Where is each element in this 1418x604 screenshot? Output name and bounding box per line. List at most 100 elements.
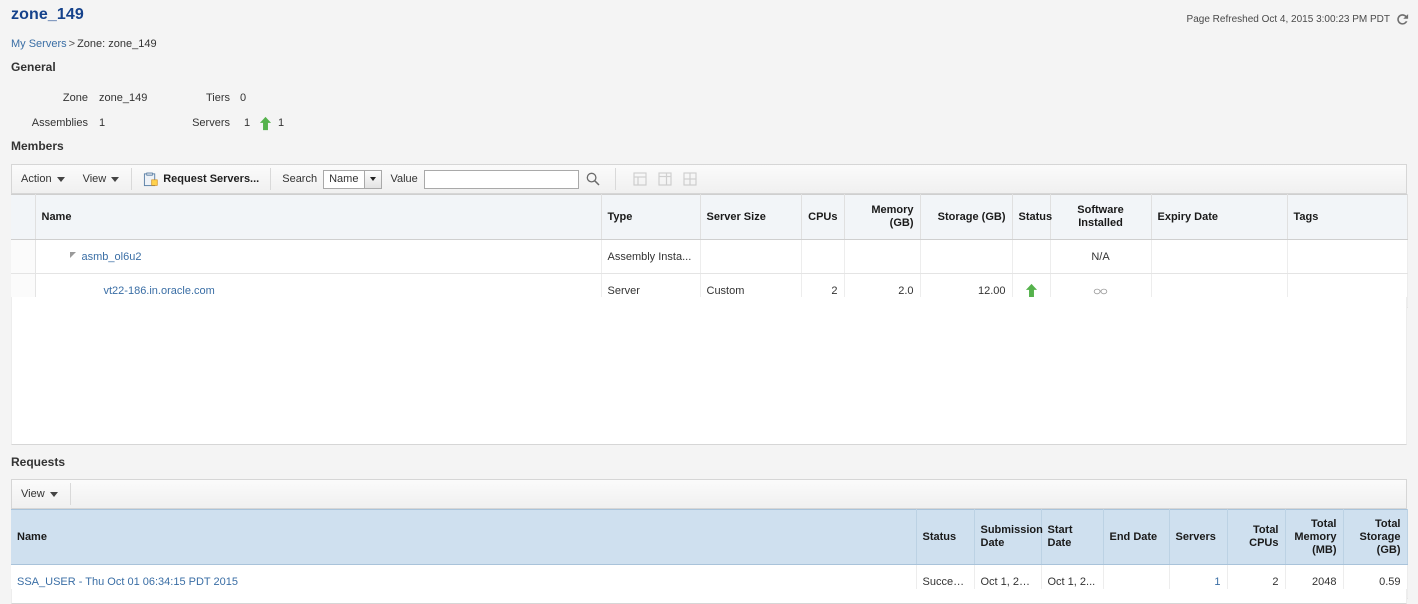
- submission-date-line2: Date: [980, 537, 1005, 549]
- requests-table-header-row: Name Status Submission Date Start Date E…: [11, 509, 1408, 565]
- column-header-memory[interactable]: Memory (GB): [844, 194, 921, 240]
- tree-expand-icon[interactable]: [69, 251, 76, 258]
- cell-server-size: [700, 239, 802, 274]
- breadcrumb-current: Zone: zone_149: [77, 38, 157, 50]
- request-link[interactable]: SSA_USER - Thu Oct 01 06:34:15 PDT 2015: [17, 576, 238, 588]
- tiers-label: Tiers: [205, 92, 230, 104]
- breadcrumb-separator: >: [68, 38, 76, 50]
- breadcrumb-link-my-servers[interactable]: My Servers: [11, 38, 67, 50]
- column-header-submission-date[interactable]: Submission Date: [974, 509, 1043, 565]
- cell-memory: [844, 239, 921, 274]
- total-memory-line2: Memory: [1294, 530, 1337, 543]
- value-label: Value: [390, 173, 418, 185]
- assembly-link[interactable]: asmb_ol6u2: [82, 251, 142, 263]
- toolbar-divider: [614, 168, 616, 190]
- select-all-column[interactable]: [11, 194, 36, 240]
- column-header-name[interactable]: Name: [11, 509, 917, 565]
- requests-view-menu-label: View: [21, 488, 45, 500]
- chevron-down-icon: [56, 176, 65, 182]
- members-table-empty-area: [11, 297, 1407, 445]
- toolbar-divider: [131, 168, 133, 190]
- refresh-icon[interactable]: [1395, 12, 1410, 27]
- requests-toolbar: View: [11, 479, 1407, 509]
- cell-storage: [920, 239, 1013, 274]
- servers-value: 1: [244, 117, 251, 129]
- total-storage-line2: Storage: [1359, 530, 1401, 543]
- clipboard-icon: [144, 172, 158, 186]
- total-cpus-line1: Total: [1253, 524, 1279, 536]
- search-label: Search: [282, 173, 318, 185]
- row-select-cell[interactable]: [11, 239, 36, 274]
- cell-status: [1012, 239, 1051, 274]
- column-header-status[interactable]: Status: [1012, 194, 1052, 240]
- column-header-name[interactable]: Name: [35, 194, 602, 240]
- magnifier-icon: [586, 172, 600, 186]
- request-servers-button[interactable]: Request Servers...: [135, 166, 267, 192]
- chevron-down-icon: [49, 491, 58, 497]
- column-header-storage[interactable]: Storage (GB): [920, 194, 1013, 240]
- toolbar-divider: [270, 168, 272, 190]
- search-field-dropdown-button[interactable]: [364, 170, 382, 188]
- column-header-servers[interactable]: Servers: [1169, 509, 1228, 565]
- servers-label: Servers: [192, 117, 230, 129]
- page-title: zone_149: [11, 6, 84, 23]
- search-field-select[interactable]: Name: [323, 169, 383, 189]
- column-header-start-date[interactable]: Start Date: [1041, 509, 1104, 565]
- members-table-header-row: Name Type Server Size CPUs Memory (GB) S…: [11, 194, 1408, 240]
- assemblies-value: 1: [99, 117, 106, 129]
- up-arrow-icon-svg: [259, 116, 272, 131]
- column-header-cpus[interactable]: CPUs: [801, 194, 845, 240]
- search-icon[interactable]: [579, 171, 601, 187]
- total-memory-line1: Total: [1311, 517, 1337, 530]
- members-toolbar: Action View Request Servers... Search Na…: [11, 164, 1407, 194]
- request-servers-label: Request Servers...: [163, 173, 260, 185]
- requests-view-menu[interactable]: View: [12, 480, 67, 508]
- servers-count-link[interactable]: 1: [1214, 576, 1220, 588]
- freeze-icon[interactable]: [658, 172, 672, 186]
- start-date-line1: Start: [1047, 524, 1073, 536]
- assemblies-label: Assemblies: [31, 117, 88, 129]
- refresh-timestamp: Page Refreshed Oct 4, 2015 3:00:23 PM PD…: [1186, 14, 1390, 25]
- column-header-total-storage[interactable]: Total Storage (GB): [1343, 509, 1408, 565]
- chevron-down-icon: [370, 177, 377, 181]
- refresh-icon-svg: [1397, 14, 1409, 25]
- table-row[interactable]: asmb_ol6u2 Assembly Insta... N/A: [11, 239, 1408, 274]
- chevron-down-icon: [111, 176, 120, 182]
- table-view-icons: [633, 172, 697, 186]
- action-menu[interactable]: Action: [12, 165, 74, 193]
- tiers-value: 0: [240, 92, 247, 104]
- total-memory-line3: (MB): [1312, 543, 1337, 556]
- column-header-status[interactable]: Status: [916, 509, 975, 565]
- servers-running-value: 1: [278, 117, 285, 129]
- total-cpus-line2: CPUs: [1249, 537, 1279, 549]
- cell-expiry-date: [1151, 239, 1288, 274]
- search-value-input[interactable]: [423, 169, 579, 189]
- server-link[interactable]: vt22-186.in.oracle.com: [104, 285, 215, 297]
- page-refresh-status: Page Refreshed Oct 4, 2015 3:00:23 PM PD…: [1187, 12, 1410, 27]
- up-arrow-icon: [259, 116, 272, 131]
- column-header-end-date[interactable]: End Date: [1103, 509, 1170, 565]
- column-header-tags[interactable]: Tags: [1287, 194, 1408, 240]
- total-storage-line3: (GB): [1376, 543, 1401, 556]
- column-header-total-cpus[interactable]: Total CPUs: [1227, 509, 1286, 565]
- column-header-total-memory[interactable]: Total Memory (MB): [1285, 509, 1344, 565]
- up-arrow-icon: [1025, 283, 1037, 298]
- column-header-software-installed[interactable]: Software Installed: [1050, 194, 1152, 240]
- members-table: Name Type Server Size CPUs Memory (GB) S…: [11, 194, 1408, 308]
- search-field-value: Name: [329, 172, 359, 185]
- action-menu-label: Action: [21, 173, 52, 185]
- requests-section-heading: Requests: [11, 455, 66, 469]
- glasses-icon: [1093, 288, 1108, 294]
- view-menu[interactable]: View: [74, 165, 129, 193]
- cell-tags: [1287, 239, 1408, 274]
- requests-table-empty-area: [11, 589, 1407, 604]
- cell-name[interactable]: asmb_ol6u2: [35, 239, 602, 274]
- detach-icon[interactable]: [633, 172, 647, 186]
- breadcrumb: My Servers > Zone: zone_149: [11, 38, 157, 50]
- column-header-expiry-date[interactable]: Expiry Date: [1151, 194, 1288, 240]
- submission-date-line1: Submission: [980, 524, 1043, 536]
- wrap-icon[interactable]: [683, 172, 697, 186]
- requests-table: Name Status Submission Date Start Date E…: [11, 509, 1408, 599]
- column-header-server-size[interactable]: Server Size: [700, 194, 802, 240]
- column-header-type[interactable]: Type: [601, 194, 701, 240]
